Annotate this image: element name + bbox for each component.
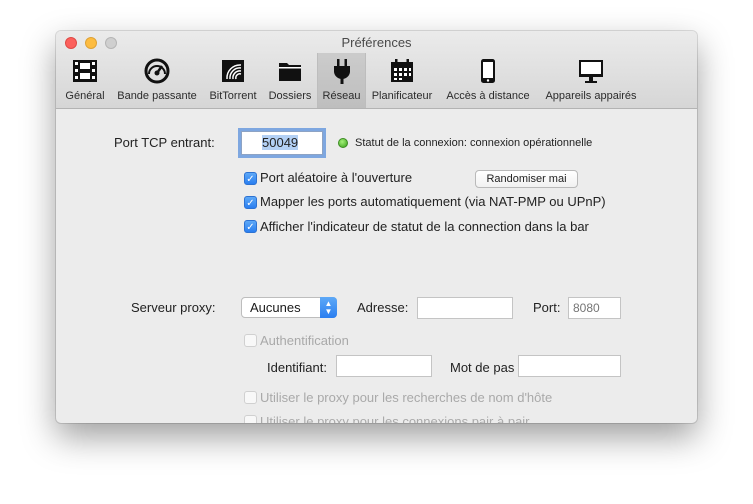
tab-label: Dossiers	[268, 90, 312, 102]
tab-scheduler[interactable]: Planificateur	[367, 53, 437, 108]
title-bar: Préférences Général Bande passante BitTo…	[56, 31, 697, 109]
authentication-label: Authentification	[260, 333, 349, 348]
username-label: Identifiant:	[267, 360, 327, 375]
show-status-label: Afficher l'indicateur de statut de la co…	[260, 219, 589, 234]
tab-network[interactable]: Réseau	[317, 53, 366, 108]
proxy-hostname-lookup-checkbox[interactable]	[244, 391, 257, 404]
film-icon	[73, 60, 97, 82]
tab-label: Général	[65, 90, 105, 102]
tab-paired-devices[interactable]: Appareils appairés	[540, 53, 642, 108]
password-field[interactable]	[518, 355, 621, 377]
username-field[interactable]	[336, 355, 432, 377]
tab-label: Appareils appairés	[545, 90, 637, 102]
password-label: Mot de pas	[450, 360, 515, 375]
proxy-port-field[interactable]	[568, 297, 621, 319]
incoming-port-field[interactable]: 50049	[241, 131, 323, 155]
map-ports-label: Mapper les ports automatiquement (via NA…	[260, 194, 606, 209]
tab-folders[interactable]: Dossiers	[264, 53, 316, 108]
proxy-address-label: Adresse:	[357, 300, 409, 315]
speedometer-icon	[144, 58, 170, 84]
proxy-type-select[interactable]: Aucunes ▲ ▼	[241, 297, 337, 318]
proxy-type-value: Aucunes	[250, 300, 301, 315]
tab-label: Bande passante	[117, 90, 197, 102]
tab-remote-access[interactable]: Accès à distance	[440, 53, 536, 108]
tab-bandwidth[interactable]: Bande passante	[112, 53, 202, 108]
map-ports-checkbox[interactable]: ✓	[244, 196, 257, 209]
tab-label: Accès à distance	[446, 90, 530, 102]
proxy-server-label: Serveur proxy:	[131, 300, 216, 315]
folder-icon	[279, 63, 301, 81]
random-port-checkbox[interactable]: ✓	[244, 172, 257, 185]
preferences-window: Préférences Général Bande passante BitTo…	[56, 31, 697, 423]
tab-label: BitTorrent	[209, 90, 257, 102]
random-port-label: Port aléatoire à l'ouverture	[260, 170, 413, 185]
proxy-hostname-lookup-label: Utiliser le proxy pour les recherches de…	[260, 390, 553, 405]
randomize-port-button[interactable]: Randomiser mai	[475, 170, 578, 188]
proxy-p2p-checkbox[interactable]	[244, 415, 257, 423]
network-pane: Port TCP entrant: 50049 Statut de la con…	[56, 109, 697, 423]
port-label: Port TCP entrant:	[114, 135, 215, 150]
port-value: 50049	[262, 135, 299, 150]
proxy-p2p-label: Utiliser le proxy pour les connexions pa…	[260, 414, 530, 423]
bittorrent-icon	[222, 60, 244, 82]
monitor-icon	[579, 60, 603, 83]
plug-icon	[333, 59, 350, 84]
proxy-address-field[interactable]	[417, 297, 513, 319]
authentication-checkbox[interactable]	[244, 334, 257, 347]
proxy-port-label: Port:	[533, 300, 561, 315]
connection-status-indicator	[338, 138, 348, 148]
tab-label: Planificateur	[371, 90, 433, 102]
calendar-icon	[391, 59, 413, 82]
connection-status-text: Statut de la connexion: connexion opérat…	[355, 137, 593, 149]
tab-general[interactable]: Général	[60, 53, 110, 108]
show-status-checkbox[interactable]: ✓	[244, 220, 257, 233]
tab-label: Réseau	[322, 90, 361, 102]
tab-bittorrent[interactable]: BitTorrent	[204, 53, 262, 108]
mobile-icon	[481, 59, 495, 83]
chevron-updown-icon: ▲ ▼	[320, 297, 337, 318]
window-title: Préférences	[341, 35, 412, 50]
